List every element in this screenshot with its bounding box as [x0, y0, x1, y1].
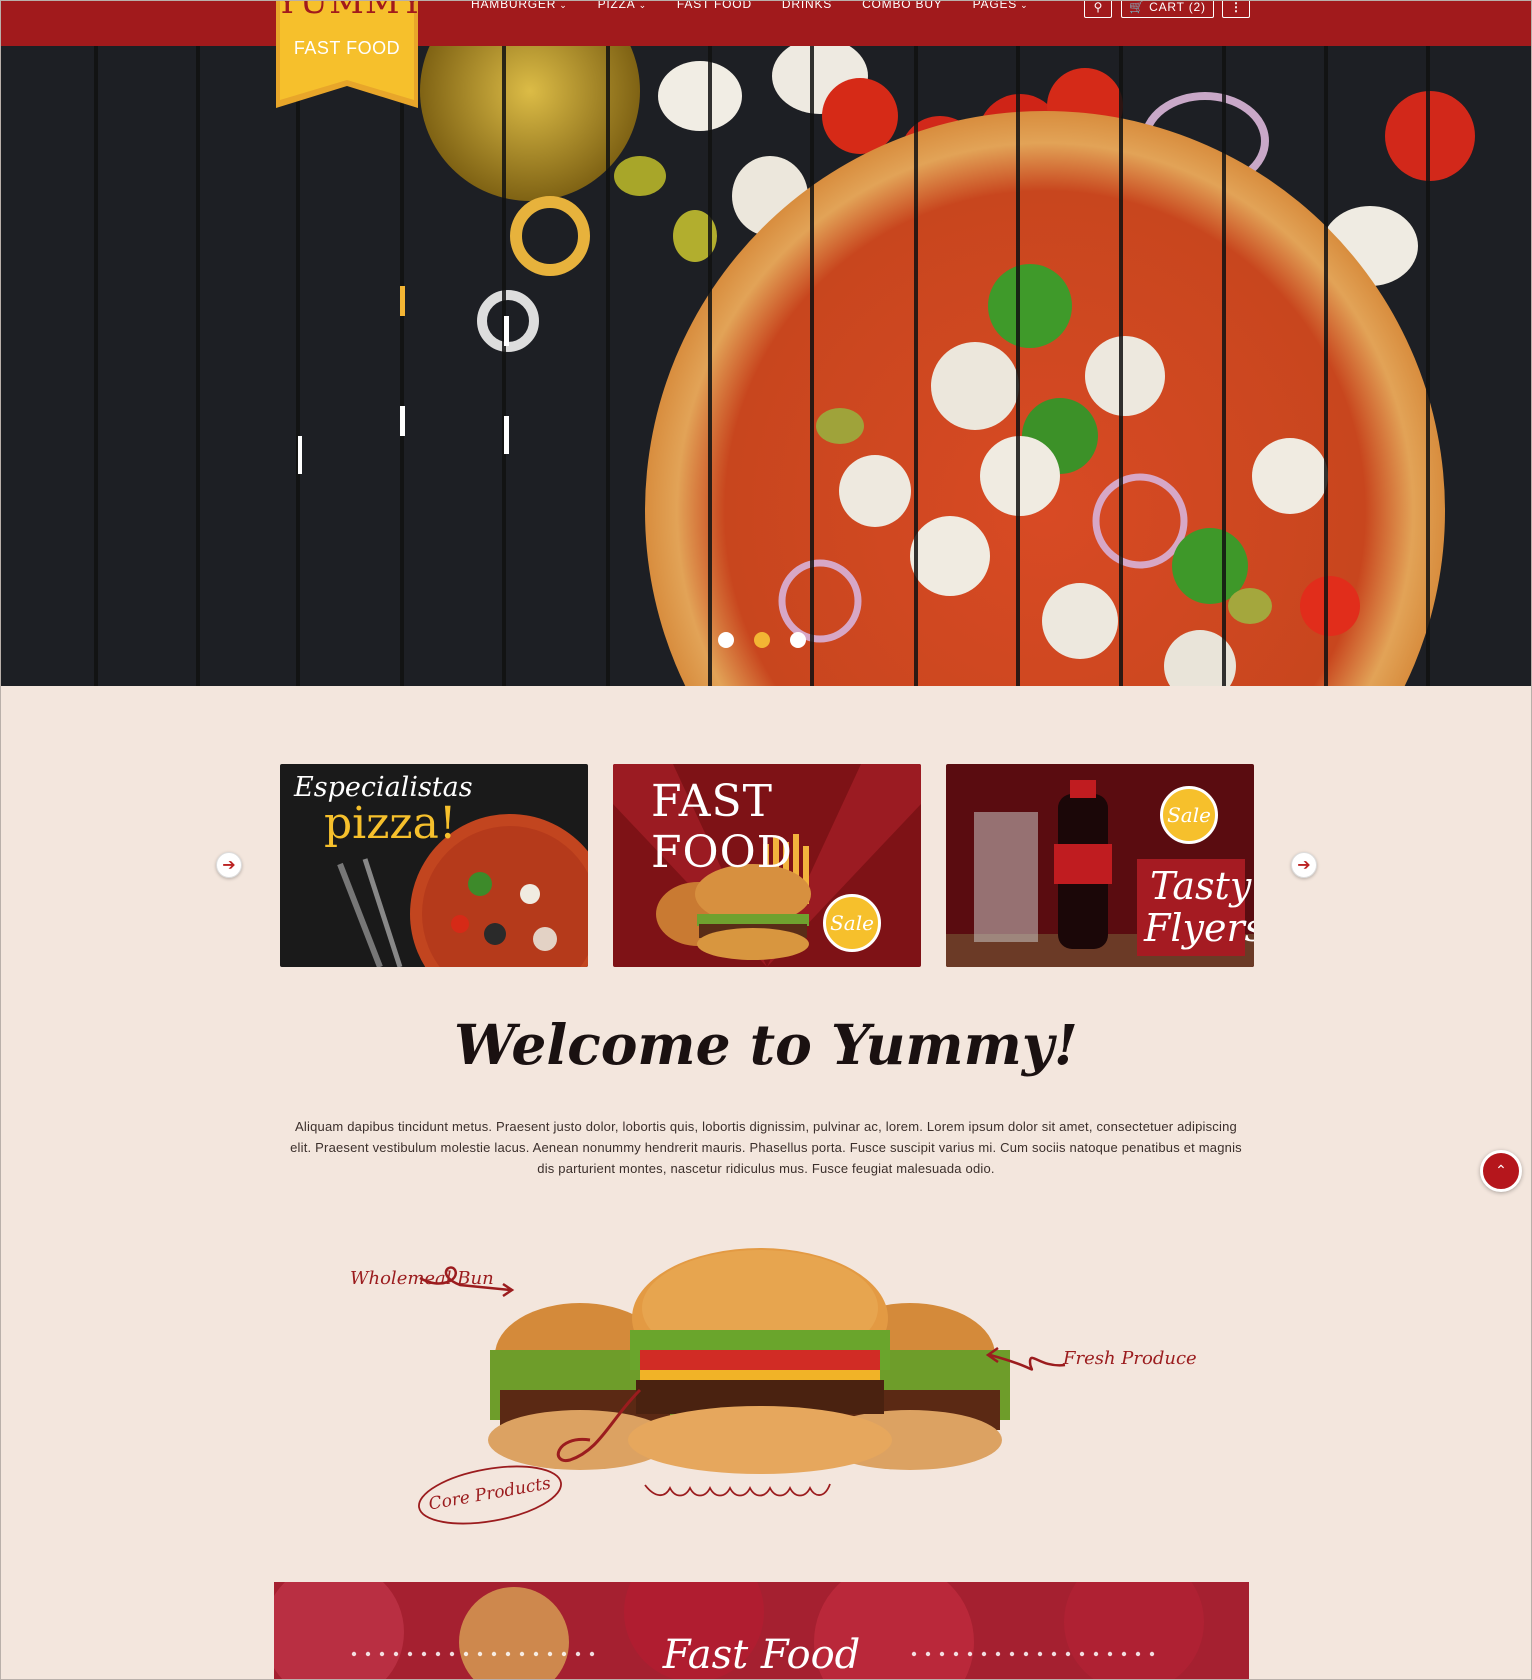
nav-item-label: PIZZA [597, 0, 636, 11]
nav-item-label: FAST FOOD [676, 0, 752, 11]
promo-card-pizza[interactable]: Especialistas pizza! [280, 764, 588, 967]
cart-icon: 🛒 [1129, 0, 1145, 14]
nav-item-pizza[interactable]: PIZZA ⌄ [583, 0, 662, 14]
more-vertical-icon: ⋮ [1230, 0, 1242, 14]
chevron-down-icon: ⌄ [1020, 0, 1029, 10]
nav-item-pages[interactable]: PAGES ⌄ [958, 0, 1044, 14]
promo-drinks-line2: Flyers [1144, 906, 1254, 950]
nav-item-hamburger[interactable]: HAMBURGER ⌄ [456, 0, 583, 14]
logo-tagline: FAST FOOD [293, 38, 401, 58]
top-navigation-bar: HAMBURGER ⌄ PIZZA ⌄ FAST FOOD DRINKS COMBO BUY… [0, 0, 1532, 46]
slider-dot-3[interactable] [790, 632, 806, 648]
cart-label: CART [1149, 0, 1185, 14]
search-icon: ⚲ [1093, 0, 1103, 14]
hero-slider [0, 46, 1532, 686]
nav-item-label: HAMBURGER [471, 0, 557, 11]
sale-badge: Sale [823, 894, 881, 952]
welcome-text: Aliquam dapibus tincidunt metus. Praesen… [290, 1119, 1242, 1176]
sale-badge: Sale [1160, 786, 1218, 844]
promo-drinks-line1: Tasty [1150, 864, 1252, 908]
cart-count: (2) [1188, 0, 1206, 14]
hero-image [0, 46, 1532, 686]
slider-dots [718, 632, 806, 648]
logo-brand: YUMMY [276, 0, 425, 22]
nav-item-fast-food[interactable]: FAST FOOD [662, 0, 767, 14]
label-wholemeal-bun: Wholemeal Bun [350, 1268, 494, 1289]
carousel-prev-button[interactable]: ➔ [216, 852, 242, 878]
promo-pizza-line2: pizza! [324, 798, 457, 849]
carousel-next-button[interactable]: ➔ [1291, 852, 1317, 878]
promo-card-fastfood[interactable]: FAST FOOD Sale [613, 764, 921, 967]
arrow-left-icon: ➔ [222, 857, 236, 874]
nav-item-label: DRINKS [781, 0, 833, 11]
slider-dot-1[interactable] [718, 632, 734, 648]
welcome-title: Welcome to Yummy! [454, 1012, 1078, 1077]
arrow-right-icon: ➔ [1297, 857, 1311, 874]
nav-item-combo-buy[interactable]: COMBO BUY [847, 0, 958, 14]
promo-card-drinks[interactable]: Sale Tasty Flyers [946, 764, 1254, 967]
more-menu-button[interactable]: ⋮ [1222, 0, 1250, 18]
chevron-up-icon: ⌃ [1495, 1162, 1507, 1178]
nav-item-drinks[interactable]: DRINKS [767, 0, 847, 14]
cart-button[interactable]: 🛒 CART (2) [1121, 0, 1214, 18]
nav-item-label: PAGES [972, 0, 1018, 11]
promo-fastfood-title: FAST FOOD [651, 776, 793, 878]
slider-dot-2[interactable] [754, 632, 770, 648]
nav-item-label: COMBO BUY [862, 0, 943, 11]
chevron-down-icon: ⌄ [638, 0, 647, 10]
banner-title: Fast Food [662, 1632, 861, 1678]
fastfood-banner: Fast Food [274, 1582, 1249, 1680]
site-logo[interactable]: YUMMY FAST FOOD [276, 0, 425, 108]
chevron-down-icon: ⌄ [559, 0, 568, 10]
scroll-top-button[interactable]: ⌃ [1480, 1150, 1522, 1192]
label-fresh-produce: Fresh Produce [1063, 1348, 1197, 1369]
search-button[interactable]: ⚲ [1084, 0, 1112, 18]
main-menu: HAMBURGER ⌄ PIZZA ⌄ FAST FOOD DRINKS COMBO BUY… [456, 0, 1043, 14]
